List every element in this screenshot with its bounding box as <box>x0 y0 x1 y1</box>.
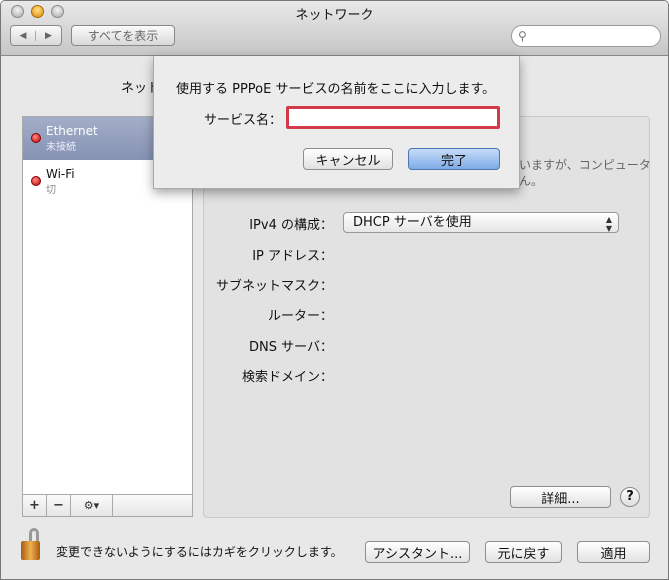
window-title: ネットワーク <box>295 8 374 23</box>
status-dot-icon <box>31 176 41 186</box>
service-name-input[interactable] <box>286 106 500 129</box>
ipv4-label: IPv4 の構成： <box>249 218 333 233</box>
back-icon[interactable]: ◀ <box>11 30 36 41</box>
network-window: ネットワーク ◀ ▶ すべてを表示 ⚲ ネットワ Ethernet 未接続 Wi… <box>0 0 669 580</box>
search-domain-label: 検索ドメイン： <box>241 370 333 385</box>
router-label: ルーター： <box>267 309 333 324</box>
status-description-2: ん。 <box>519 174 544 188</box>
forward-icon[interactable]: ▶ <box>36 31 61 41</box>
add-service-button[interactable]: + <box>23 495 47 516</box>
pppoe-name-sheet: 使用する PPPoE サービスの名前をここに入力します。 サービス名： キャンセ… <box>153 56 520 189</box>
status-dot-icon <box>31 133 41 143</box>
search-input[interactable]: ⚲ <box>511 25 661 47</box>
search-icon: ⚲ <box>518 29 527 43</box>
gear-menu-button[interactable]: ⚙▾ <box>71 495 113 516</box>
dialog-message: 使用する PPPoE サービスの名前をここに入力します。 <box>176 82 496 97</box>
lock-text: 変更できないようにするにはカギをクリックします。 <box>56 545 343 559</box>
done-button[interactable]: 完了 <box>408 148 500 170</box>
lock-icon[interactable] <box>21 528 43 561</box>
back-forward-buttons[interactable]: ◀ ▶ <box>10 25 62 46</box>
updown-arrow-icon: ▲ ▼ <box>605 215 612 233</box>
ipv4-config-select[interactable]: DHCP サーバを使用 ▲ ▼ <box>343 212 619 233</box>
status-description: いますが、コンピュータ <box>519 158 651 172</box>
remove-service-button[interactable]: − <box>47 495 71 516</box>
assistant-button[interactable]: アシスタント... <box>365 541 470 563</box>
revert-button[interactable]: 元に戻す <box>485 541 562 563</box>
service-name-label: サービス名： <box>204 113 283 128</box>
subnet-mask-label: サブネットマスク： <box>215 279 333 294</box>
list-toolbar: + − ⚙▾ <box>23 494 192 516</box>
ipv4-value: DHCP サーバを使用 <box>353 215 472 230</box>
advanced-button[interactable]: 詳細... <box>510 486 611 508</box>
help-button[interactable]: ? <box>620 487 640 507</box>
toolbar: ネットワーク ◀ ▶ すべてを表示 ⚲ <box>1 1 668 56</box>
dns-server-label: DNS サーバ： <box>249 340 333 355</box>
apply-button[interactable]: 適用 <box>577 541 650 563</box>
show-all-button[interactable]: すべてを表示 <box>71 25 175 46</box>
cancel-button[interactable]: キャンセル <box>303 148 393 170</box>
ip-address-label: IP アドレス： <box>252 249 333 264</box>
